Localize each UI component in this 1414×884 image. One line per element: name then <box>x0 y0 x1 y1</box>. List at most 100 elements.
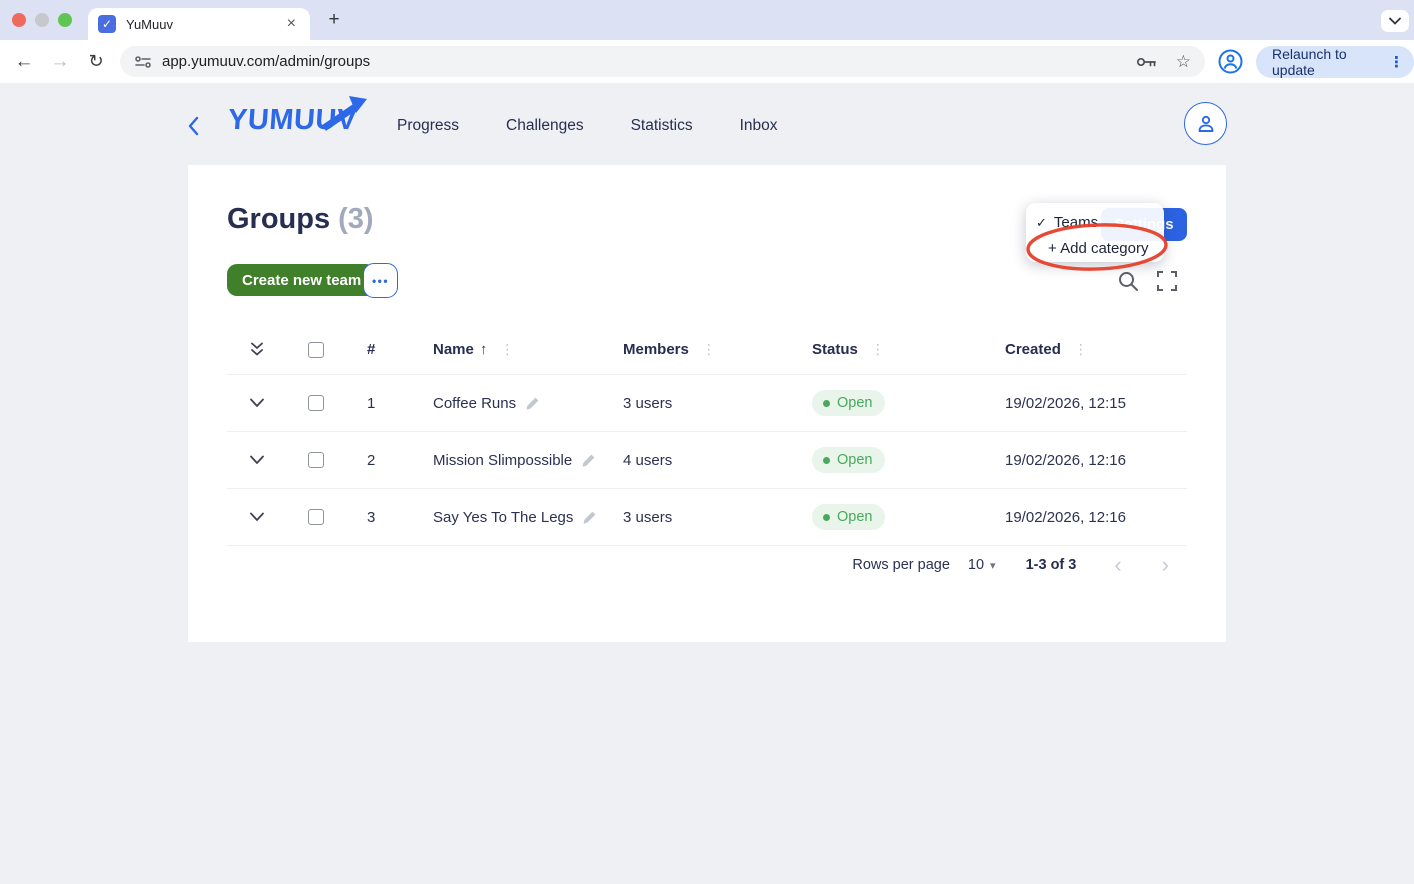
status-label: Open <box>837 395 873 411</box>
group-name[interactable]: Mission Slimpossible <box>433 452 572 469</box>
caret-down-icon: ▾ <box>990 559 996 572</box>
relaunch-to-update-button[interactable]: Relaunch to update ⋮ <box>1256 46 1414 78</box>
more-actions-button[interactable]: ••• <box>363 263 398 298</box>
expand-all-button[interactable] <box>227 342 287 357</box>
tab-search-chevron-button[interactable] <box>1381 10 1409 32</box>
edit-pencil-icon[interactable] <box>525 396 540 411</box>
column-menu-kebab-icon[interactable]: ⋮ <box>871 341 885 358</box>
column-menu-kebab-icon[interactable]: ⋮ <box>500 341 514 358</box>
next-page-button[interactable]: › <box>1162 554 1169 576</box>
chevron-down-icon <box>250 455 264 464</box>
reload-button[interactable]: ↻ <box>78 51 114 72</box>
status-dot-icon <box>823 399 830 407</box>
created-date: 19/02/2026, 12:15 <box>1005 394 1126 412</box>
row-expand-button[interactable] <box>227 512 287 522</box>
row-number: 2 <box>367 451 376 469</box>
browser-menu-kebab-icon[interactable]: ⋮ <box>1389 53 1404 71</box>
double-chevron-down-icon <box>251 342 263 356</box>
browser-tab[interactable]: ✓ YuMuuv × <box>88 8 310 40</box>
chevron-down-icon <box>1389 17 1401 25</box>
dropdown-item-add-category[interactable]: + Add category <box>1026 237 1164 260</box>
previous-page-button[interactable]: ‹ <box>1114 554 1121 576</box>
group-name[interactable]: Say Yes To The Legs <box>433 509 573 526</box>
sort-asc-icon[interactable]: ↑ <box>480 341 488 358</box>
fullscreen-icon[interactable] <box>1157 271 1177 291</box>
table-row: 3 Say Yes To The Legs 3 users Open 19/02… <box>227 489 1187 546</box>
dropdown-item-add-category-label: + Add category <box>1048 240 1149 257</box>
edit-pencil-icon[interactable] <box>581 453 596 468</box>
row-checkbox[interactable] <box>308 452 324 468</box>
rows-per-page-select[interactable]: 10 ▾ <box>968 557 996 573</box>
table-row: 2 Mission Slimpossible 4 users Open 19/0… <box>227 432 1187 489</box>
logo-arrow-icon <box>322 96 367 131</box>
nav-item-challenges[interactable]: Challenges <box>506 117 584 135</box>
yumuuv-logo[interactable]: YUMUUV <box>227 96 367 140</box>
tab-close-icon[interactable]: × <box>283 15 300 33</box>
column-header-num[interactable]: # <box>367 341 375 358</box>
created-date: 19/02/2026, 12:16 <box>1005 508 1126 526</box>
status-label: Open <box>837 509 873 525</box>
person-icon <box>1198 115 1213 132</box>
row-expand-button[interactable] <box>227 455 287 465</box>
rows-per-page-value: 10 <box>967 557 985 573</box>
status-cell: Open <box>791 447 981 473</box>
category-dropdown-menu: ✓ Teams + Add category <box>1026 203 1164 262</box>
column-header-status[interactable]: Status <box>812 341 858 358</box>
pagination-bar: Rows per page 10 ▾ 1-3 of 3 ‹ › <box>227 545 1187 585</box>
forward-button: → <box>50 50 70 72</box>
new-tab-button[interactable]: + <box>320 6 348 34</box>
select-all-checkbox[interactable] <box>308 341 324 358</box>
groups-card: Groups(3) Create new team ••• Settings ✓… <box>188 165 1226 642</box>
edit-pencil-icon[interactable] <box>582 510 597 525</box>
column-header-members[interactable]: Members <box>623 341 689 358</box>
table-header-row: # Name ↑ ⋮ Members ⋮ Status ⋮ Created ⋮ <box>227 325 1187 375</box>
chevron-down-icon <box>250 512 264 521</box>
app-back-button[interactable] <box>186 116 200 141</box>
browser-tab-strip: ✓ YuMuuv × + <box>0 0 1414 40</box>
column-menu-kebab-icon[interactable]: ⋮ <box>702 341 716 358</box>
table-body: 1 Coffee Runs 3 users Open 19/02/2026, 1… <box>227 375 1187 546</box>
url-text[interactable]: app.yumuuv.com/admin/groups <box>162 53 370 70</box>
row-checkbox[interactable] <box>308 395 324 411</box>
person-circle-icon <box>1218 49 1243 74</box>
members-count: 3 users <box>623 394 673 412</box>
status-badge: Open <box>812 447 886 473</box>
status-cell: Open <box>791 390 981 416</box>
bookmark-star-icon[interactable]: ☆ <box>1176 52 1191 72</box>
created-date: 19/02/2026, 12:16 <box>1005 451 1126 469</box>
user-profile-button[interactable] <box>1184 102 1227 145</box>
row-number: 3 <box>367 508 376 526</box>
status-dot-icon <box>823 456 830 464</box>
back-button[interactable]: ← <box>6 51 42 73</box>
page-title-text: Groups <box>227 203 331 235</box>
nav-item-inbox[interactable]: Inbox <box>740 117 778 135</box>
chevron-left-icon <box>188 116 199 136</box>
password-key-icon[interactable] <box>1136 55 1158 69</box>
window-minimize-button[interactable] <box>35 13 49 27</box>
window-close-button[interactable] <box>12 13 26 27</box>
page-title: Groups (3) <box>227 203 374 236</box>
tab-favicon-icon: ✓ <box>98 15 116 33</box>
row-expand-button[interactable] <box>227 398 287 408</box>
nav-item-progress[interactable]: Progress <box>397 117 459 135</box>
status-cell: Open <box>791 504 981 530</box>
column-header-name[interactable]: Name <box>433 341 474 358</box>
browser-profile-icon[interactable] <box>1218 49 1243 79</box>
column-menu-kebab-icon[interactable]: ⋮ <box>1074 341 1088 358</box>
create-new-team-button[interactable]: Create new team <box>227 264 377 296</box>
search-icon[interactable] <box>1118 271 1139 292</box>
dropdown-item-teams[interactable]: ✓ Teams <box>1026 211 1164 234</box>
column-header-created[interactable]: Created <box>1005 341 1061 358</box>
status-label: Open <box>837 452 873 468</box>
status-badge: Open <box>812 504 886 530</box>
row-checkbox[interactable] <box>308 509 324 525</box>
window-zoom-button[interactable] <box>58 13 72 27</box>
site-settings-icon[interactable] <box>134 54 152 70</box>
relaunch-label: Relaunch to update <box>1272 46 1347 78</box>
nav-item-statistics[interactable]: Statistics <box>631 117 693 135</box>
rows-per-page-label: Rows per page <box>852 557 950 573</box>
address-bar[interactable]: app.yumuuv.com/admin/groups ☆ <box>120 46 1205 77</box>
ellipsis-icon: ••• <box>371 273 390 288</box>
groups-table: # Name ↑ ⋮ Members ⋮ Status ⋮ Created ⋮ <box>227 325 1187 546</box>
group-name[interactable]: Coffee Runs <box>433 395 516 412</box>
